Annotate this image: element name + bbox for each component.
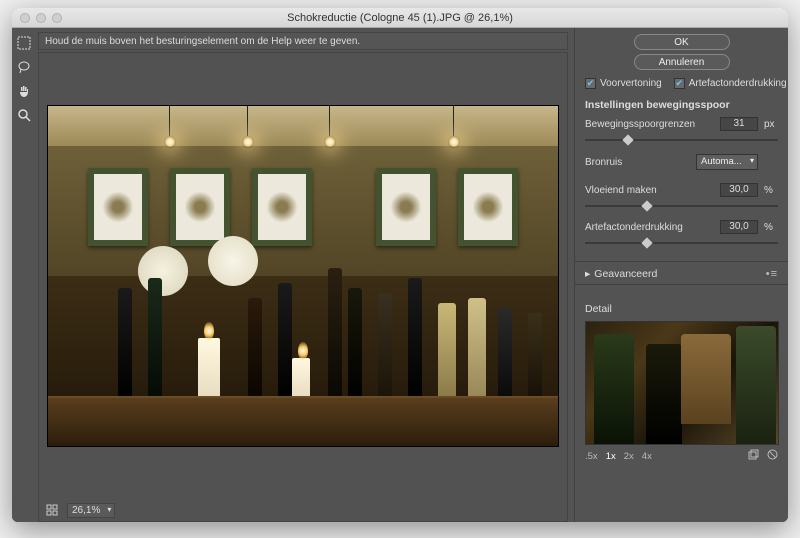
artifact-slider[interactable] bbox=[585, 237, 778, 249]
smooth-input[interactable]: 30,0 bbox=[720, 183, 758, 197]
window-title: Schokreductie (Cologne 45 (1).JPG @ 26,1… bbox=[12, 12, 788, 24]
hint-bar: Houd de muis boven het besturingselement… bbox=[38, 32, 568, 50]
zoom-tool-icon[interactable] bbox=[15, 106, 33, 124]
preview-statusbar: 26,1% bbox=[39, 499, 567, 521]
tool-column bbox=[12, 28, 36, 522]
detail-preview[interactable] bbox=[585, 321, 779, 445]
smooth-slider[interactable] bbox=[585, 200, 778, 212]
source-noise-label: Bronruis bbox=[585, 157, 690, 168]
blur-bounds-label: Bewegingsspoorgrenzen bbox=[585, 119, 714, 130]
dialog-window: Schokreductie (Cologne 45 (1).JPG @ 26,1… bbox=[12, 8, 788, 522]
cancel-button[interactable]: Annuleren bbox=[634, 54, 730, 70]
advanced-toggle[interactable]: ▸ Geavanceerd •≡ bbox=[585, 268, 778, 280]
lasso-tool-icon[interactable] bbox=[15, 58, 33, 76]
grid-icon[interactable] bbox=[45, 503, 59, 517]
zoom-1x[interactable]: 1x bbox=[606, 451, 616, 462]
blur-bounds-input[interactable]: 31 bbox=[720, 117, 758, 131]
blur-bounds-slider[interactable] bbox=[585, 134, 778, 146]
undock-icon[interactable] bbox=[748, 449, 759, 463]
titlebar: Schokreductie (Cologne 45 (1).JPG @ 26,1… bbox=[12, 8, 788, 28]
settings-panel: OK Annuleren ✔Voorvertoning ✔Artefactond… bbox=[574, 28, 788, 522]
hand-tool-icon[interactable] bbox=[15, 82, 33, 100]
artifact-label: Artefactonderdrukking bbox=[585, 222, 714, 233]
preview-area[interactable]: 26,1% bbox=[38, 52, 568, 522]
zoom-2x[interactable]: 2x bbox=[624, 451, 634, 462]
smooth-label: Vloeiend maken bbox=[585, 185, 714, 196]
no-entry-icon[interactable] bbox=[767, 449, 778, 463]
preview-checkbox[interactable]: ✔Voorvertoning bbox=[585, 78, 662, 89]
source-noise-dropdown[interactable]: Automa... bbox=[696, 154, 758, 170]
zoom-value: 26,1% bbox=[72, 505, 100, 516]
zoom-05x[interactable]: .5x bbox=[585, 451, 598, 462]
section-header: Instellingen bewegingsspoor bbox=[585, 99, 778, 111]
detail-header: Detail bbox=[585, 303, 778, 315]
artifact-suppress-checkbox[interactable]: ✔Artefactonderdrukking bbox=[674, 78, 787, 89]
zoom-4x[interactable]: 4x bbox=[642, 451, 652, 462]
preview-image bbox=[48, 106, 558, 446]
artifact-input[interactable]: 30,0 bbox=[720, 220, 758, 234]
zoom-select[interactable]: 26,1% bbox=[67, 503, 115, 518]
ok-button[interactable]: OK bbox=[634, 34, 730, 50]
marquee-tool-icon[interactable] bbox=[15, 34, 33, 52]
chevron-right-icon: ▸ bbox=[585, 268, 590, 280]
panel-menu-icon[interactable]: •≡ bbox=[766, 268, 778, 280]
